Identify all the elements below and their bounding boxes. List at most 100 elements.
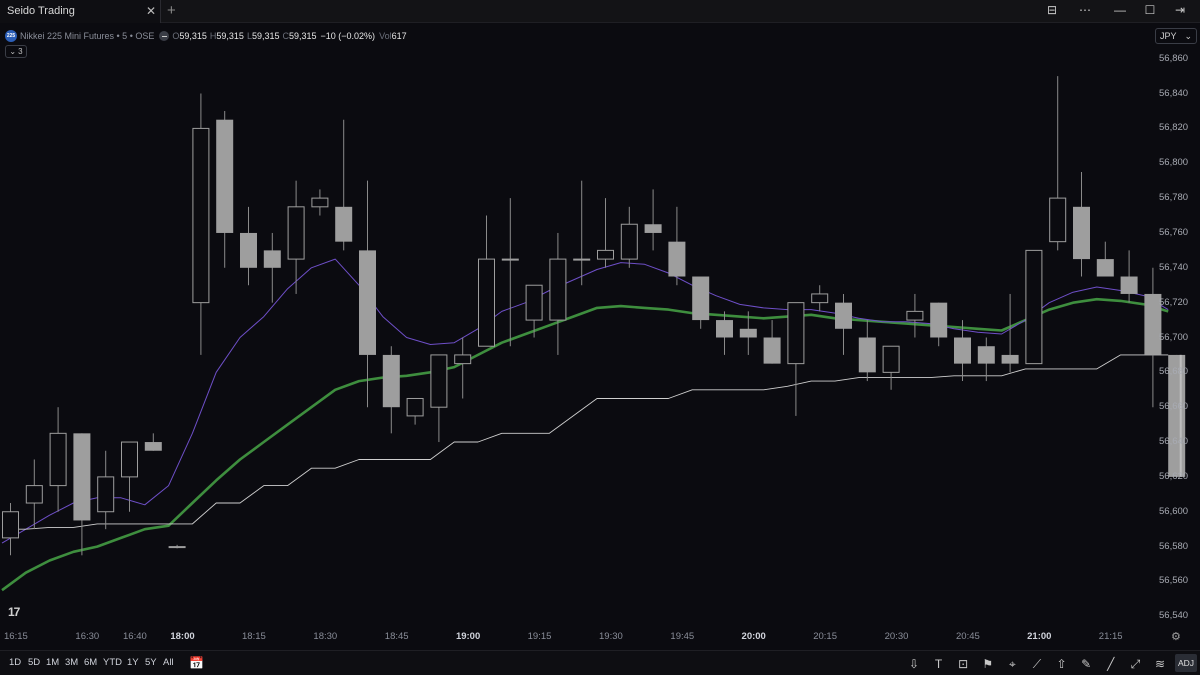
candle-body-up xyxy=(454,354,472,365)
price-tick-label: 56,560 xyxy=(1159,575,1189,587)
symbol-name[interactable]: Nikkei 225 Mini Futures • 5 • OSE xyxy=(20,31,154,41)
tradingview-logo[interactable]: 17 xyxy=(8,605,20,619)
candle-body-up xyxy=(573,258,591,261)
price-tick-label: 56,540 xyxy=(1159,610,1189,622)
candle-body-down xyxy=(382,354,400,408)
volume-label: Vol xyxy=(379,31,392,41)
arrow-up-tool-icon[interactable]: ⇧ xyxy=(1052,655,1072,673)
price-chart[interactable] xyxy=(0,0,1200,675)
ma-purple-line xyxy=(1,258,1169,544)
candle-body-up xyxy=(287,206,305,260)
candle-body-up xyxy=(620,223,638,260)
candle-body-down xyxy=(1073,206,1090,260)
candle-body-up xyxy=(597,249,614,260)
candle-body-down xyxy=(858,337,876,373)
price-axis[interactable]: 56,860 56,840 56,820 56,800 56,780 56,760 56,7… xyxy=(1145,50,1200,625)
time-tick-label: 20:00 xyxy=(741,631,766,642)
candle-body-up xyxy=(97,476,115,513)
price-tick-label: 56,740 xyxy=(1159,261,1189,273)
price-tick-label: 56,580 xyxy=(1159,540,1189,552)
candle-body-up xyxy=(168,546,186,549)
candle-body-up xyxy=(311,197,329,208)
brush-tool-icon[interactable]: ✎ xyxy=(1076,655,1096,673)
range-button-1d[interactable]: 1D xyxy=(9,657,21,668)
candle-body-up xyxy=(906,310,924,321)
range-button-ytd[interactable]: YTD xyxy=(103,657,122,668)
symbol-badge: 225 xyxy=(5,30,17,42)
indicators-count: 3 xyxy=(18,47,23,56)
time-tick-label: 16:30 xyxy=(75,631,100,642)
candle-body-down xyxy=(1120,276,1138,294)
candle-body-up xyxy=(1049,197,1067,243)
close-value: 59,315 xyxy=(288,31,317,41)
pin-tool-icon[interactable]: ⌖ xyxy=(1002,655,1022,673)
currency-label: JPY xyxy=(1160,31,1177,41)
time-tick-label: 20:45 xyxy=(956,631,980,642)
price-tick-label: 56,600 xyxy=(1159,505,1189,517)
time-tick-label: 19:00 xyxy=(455,631,481,642)
range-button-1y[interactable]: 1Y xyxy=(127,657,139,668)
date-range-icon[interactable]: 📅 xyxy=(189,656,204,670)
price-tick-label: 56,820 xyxy=(1159,122,1189,134)
arrow-down-tool-icon[interactable]: ⇩ xyxy=(904,655,924,673)
time-tick-label: 21:15 xyxy=(1098,631,1123,642)
candle-body-down xyxy=(144,442,162,451)
price-tick-label: 56,660 xyxy=(1159,401,1189,413)
candle-body-up xyxy=(406,397,424,417)
callout-tool-icon[interactable]: ⊡ xyxy=(953,655,973,673)
candle-body-down xyxy=(1001,354,1019,364)
candle-body-down xyxy=(954,337,971,364)
path-tool-icon[interactable]: ⟋ xyxy=(1027,655,1047,673)
indicators-toggle[interactable]: ⌄ 3 xyxy=(5,45,27,58)
time-tick-label: 20:15 xyxy=(813,631,837,642)
time-axis[interactable]: 16:15 16:30 16:40 18:00 18:15 18:30 18:45 19:00… xyxy=(0,628,1145,646)
range-button-5y[interactable]: 5Y xyxy=(145,657,157,668)
price-tick-label: 56,700 xyxy=(1159,331,1189,343)
time-tick-label: 18:45 xyxy=(384,631,409,642)
candle-body-up xyxy=(478,258,495,347)
candle-body-down xyxy=(739,328,757,338)
time-tick-label: 19:15 xyxy=(527,631,552,642)
candle-body-down xyxy=(716,320,733,338)
time-tick-label: 19:45 xyxy=(670,631,695,642)
chevron-down-icon: ⌄ xyxy=(9,47,17,56)
range-button-1m[interactable]: 1M xyxy=(46,657,59,668)
hide-series-icon[interactable] xyxy=(159,31,170,41)
candle-body-down xyxy=(216,119,234,233)
range-button-6m[interactable]: 6M xyxy=(84,657,97,668)
time-tick-label: 16:15 xyxy=(4,631,28,642)
candle-body-down xyxy=(240,232,257,268)
flag-tool-icon[interactable]: ⚑ xyxy=(978,655,998,673)
text-tool-icon[interactable]: T xyxy=(929,655,949,673)
price-tick-label: 56,800 xyxy=(1159,157,1189,169)
open-label: O xyxy=(172,31,180,41)
bottom-toolbar: 1D 5D 1M 3M 6M YTD 1Y 5Y All 📅 ⇩ T ⊡ ⚑ ⌖ ⟋ ⇧ ✎ ╱ ⤢ ≋ ADJ xyxy=(0,650,1200,675)
chart-legend: 225 Nikkei 225 Mini Futures • 5 • OSE O5… xyxy=(5,29,407,43)
candle-body-up xyxy=(501,258,519,261)
candle-body-down xyxy=(359,250,376,355)
measure-tool-icon[interactable]: ≋ xyxy=(1150,655,1170,673)
candle-body-down xyxy=(73,433,91,521)
price-tick-label: 56,720 xyxy=(1159,296,1189,308)
range-button-5d[interactable]: 5D xyxy=(28,657,40,668)
high-value: 59,315 xyxy=(216,31,244,41)
candle-body-up xyxy=(192,127,210,304)
candle-body-down xyxy=(977,346,995,364)
time-tick-label: 18:15 xyxy=(242,631,266,642)
candle-body-down xyxy=(263,250,281,268)
candle-body-down xyxy=(835,302,852,329)
candle-body-down xyxy=(763,337,781,364)
open-value: 59,315 xyxy=(179,31,207,41)
axis-settings-icon[interactable]: ⚙ xyxy=(1171,630,1181,643)
candle-body-up xyxy=(1025,249,1043,365)
change-value: −10 (−0.02%) xyxy=(320,31,376,41)
price-tick-label: 56,840 xyxy=(1159,87,1189,99)
candle-body-down xyxy=(1096,259,1114,277)
currency-select[interactable]: JPY ⌄ xyxy=(1155,28,1197,44)
ray-tool-icon[interactable]: ⤢ xyxy=(1125,655,1145,673)
candle-body-up xyxy=(49,432,67,487)
range-button-all[interactable]: All xyxy=(163,657,174,668)
trendline-tool-icon[interactable]: ╱ xyxy=(1101,655,1121,673)
range-button-3m[interactable]: 3M xyxy=(65,657,78,668)
adj-button[interactable]: ADJ xyxy=(1175,654,1197,672)
